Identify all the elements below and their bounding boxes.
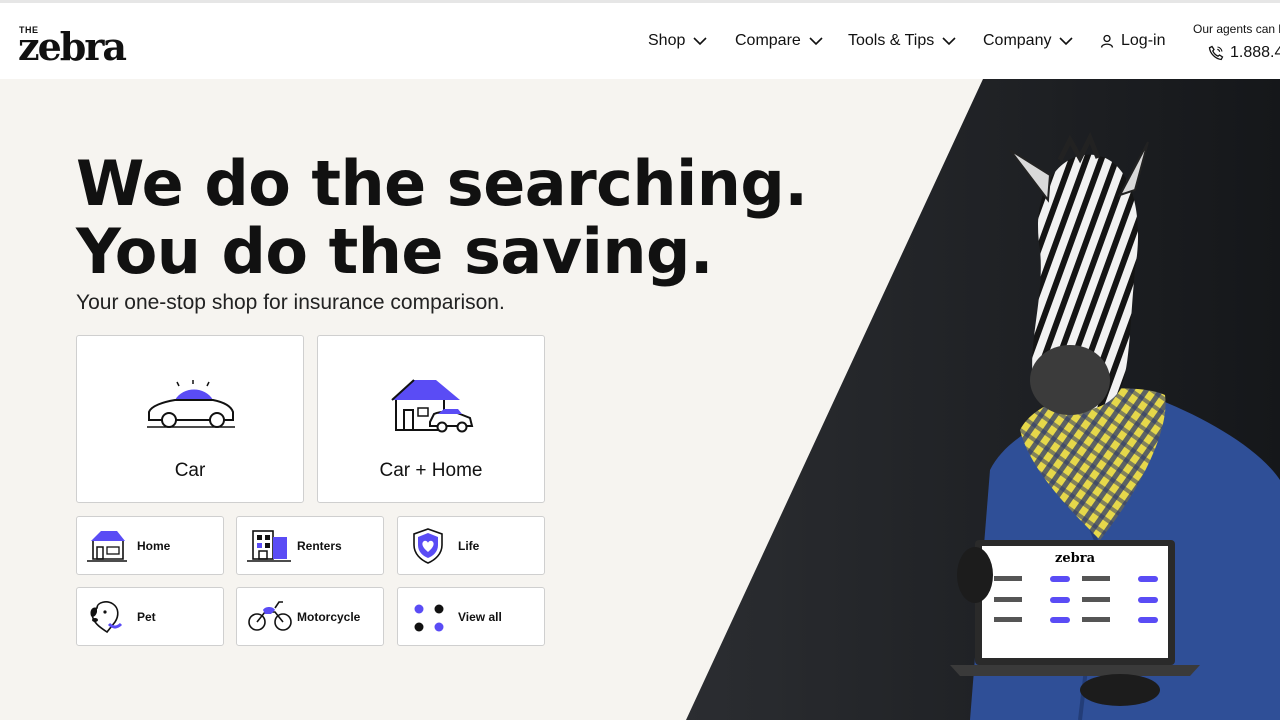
- product-card-pet-label: Pet: [137, 610, 156, 624]
- nav-tools-label: Tools & Tips: [848, 32, 935, 49]
- product-card-motorcycle-label: Motorcycle: [297, 610, 361, 624]
- login-link[interactable]: Log-in: [1100, 32, 1165, 50]
- product-card-pet[interactable]: Pet: [76, 587, 224, 646]
- nav-compare[interactable]: Compare: [735, 32, 823, 50]
- car-home-icon: [391, 379, 474, 433]
- nav-tools-tips[interactable]: Tools & Tips: [848, 32, 956, 50]
- product-card-motorcycle[interactable]: Motorcycle: [236, 587, 384, 646]
- phone-link[interactable]: 1.888.4: [1208, 44, 1280, 62]
- product-card-renters-label: Renters: [297, 539, 342, 553]
- hero-headline: We do the searching. You do the saving.: [76, 147, 808, 288]
- nav-shop[interactable]: Shop: [648, 32, 707, 50]
- renters-icon: [247, 530, 291, 562]
- headline-line-1: We do the searching.: [76, 147, 808, 220]
- hero-subtitle: Your one-stop shop for insurance compari…: [76, 291, 505, 314]
- product-card-car-home-label: Car + Home: [379, 460, 483, 481]
- nav-compare-label: Compare: [735, 32, 801, 49]
- laptop-logo: zebra: [1055, 551, 1096, 566]
- nav-shop-label: Shop: [648, 32, 686, 49]
- motorcycle-icon: [248, 601, 292, 631]
- pet-icon: [90, 601, 123, 634]
- logo-word: zebra: [18, 24, 127, 69]
- user-icon: [1100, 34, 1114, 48]
- phone-number: 1.888.4: [1230, 44, 1280, 61]
- login-label: Log-in: [1121, 32, 1166, 49]
- agents-text: Our agents can he: [1193, 22, 1280, 36]
- zebra-logo[interactable]: THE zebra: [18, 25, 127, 66]
- chevron-down-icon: [942, 37, 956, 46]
- product-card-view-all[interactable]: View all: [397, 587, 545, 646]
- home-icon: [87, 531, 127, 562]
- product-card-car-home[interactable]: Car + Home: [317, 335, 545, 503]
- car-icon: [147, 380, 235, 428]
- product-card-life[interactable]: Life: [397, 516, 545, 575]
- headline-line-2: You do the saving.: [76, 215, 713, 288]
- nav-company[interactable]: Company: [983, 32, 1074, 50]
- product-card-car-label: Car: [174, 460, 206, 481]
- life-shield-icon: [413, 528, 443, 564]
- nav-company-label: Company: [983, 32, 1052, 49]
- product-card-renters[interactable]: Renters: [236, 516, 384, 575]
- product-card-home[interactable]: Home: [76, 516, 224, 575]
- chevron-down-icon: [809, 37, 823, 46]
- chevron-down-icon: [1059, 37, 1074, 46]
- phone-icon: [1208, 45, 1224, 61]
- product-card-car[interactable]: Car: [76, 335, 304, 503]
- zebra-figure: zebra: [950, 131, 1280, 720]
- view-all-icon: [414, 604, 444, 632]
- site-header: THE zebra Shop Compare Tools & Tips Comp…: [0, 3, 1280, 79]
- product-card-home-label: Home: [137, 539, 171, 553]
- product-card-view-all-label: View all: [458, 610, 502, 624]
- product-card-life-label: Life: [458, 539, 480, 553]
- chevron-down-icon: [693, 37, 707, 46]
